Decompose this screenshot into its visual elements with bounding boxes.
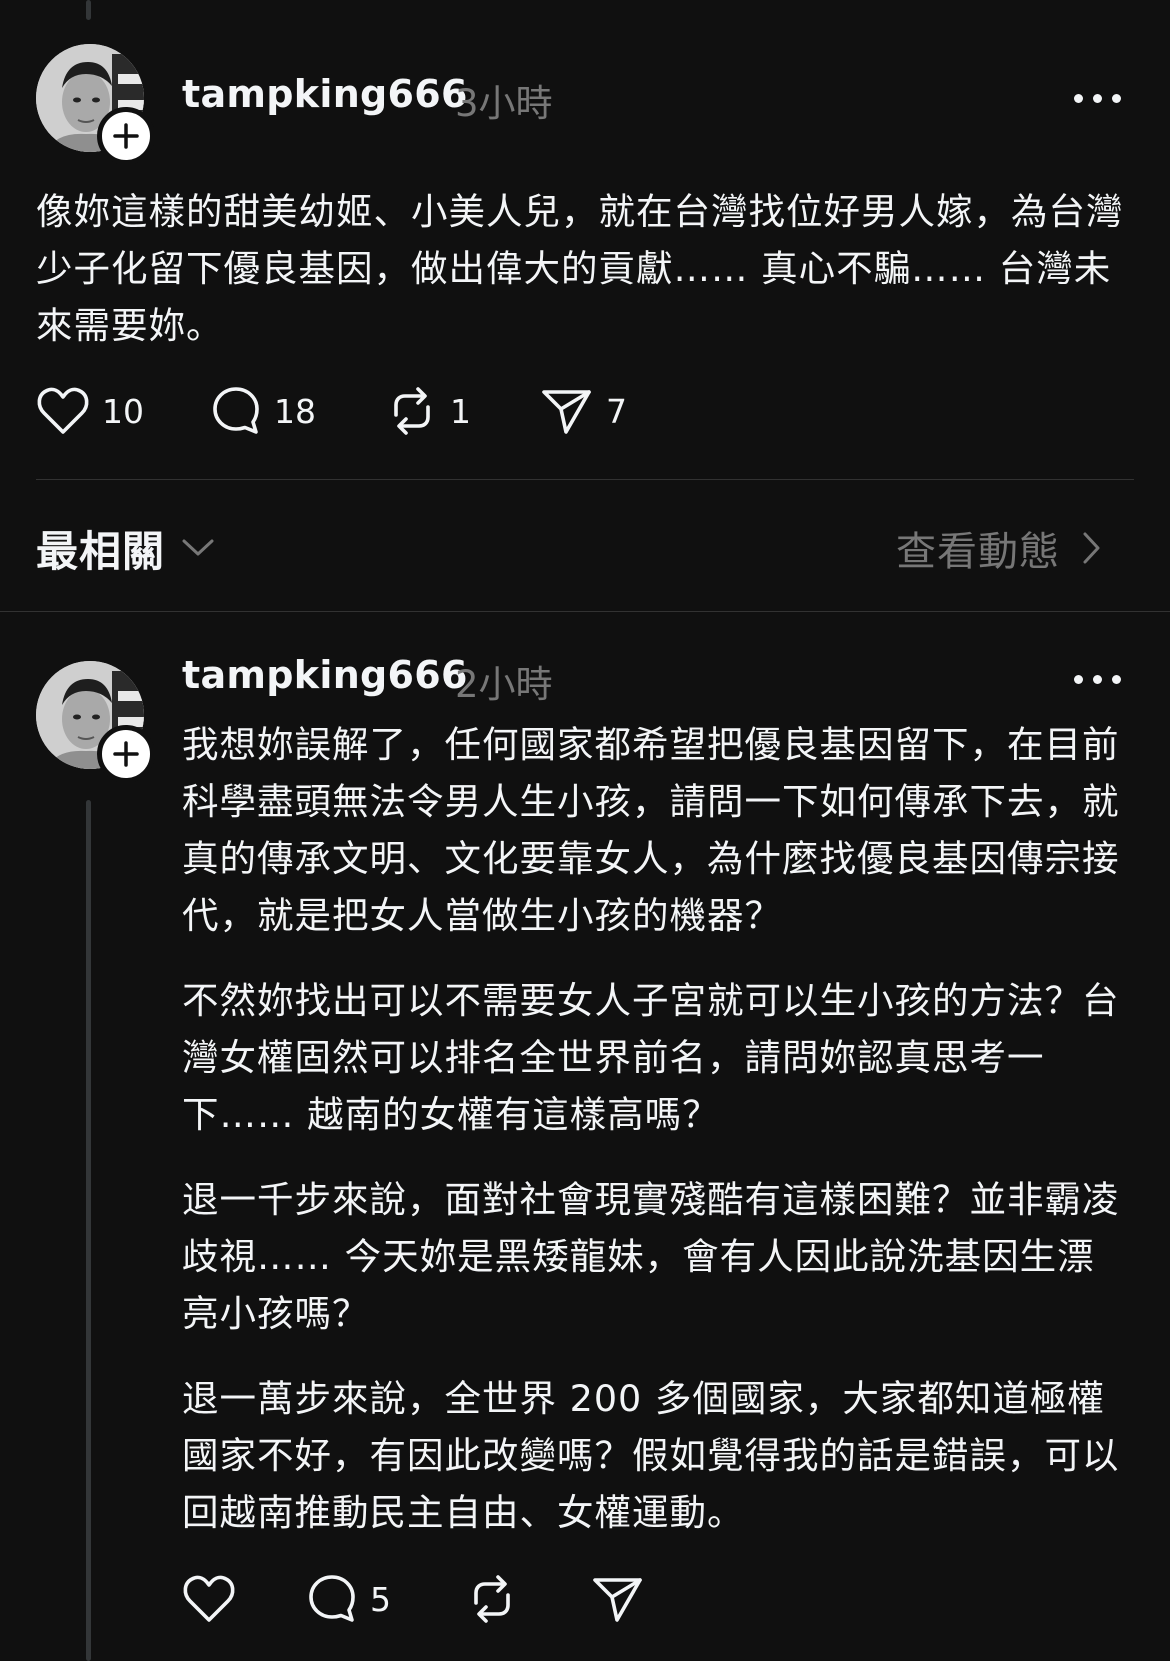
share-button[interactable]: 7 (540, 383, 627, 439)
comment-button[interactable]: 5 (306, 1571, 391, 1627)
divider (0, 611, 1170, 612)
thread-connector (86, 800, 91, 1661)
repost-button[interactable]: 1 (386, 383, 471, 439)
view-activity-link[interactable]: 查看動態 (896, 518, 1102, 578)
plus-icon (113, 123, 139, 149)
post-timestamp: 2小時 (455, 663, 553, 706)
divider (36, 479, 1134, 480)
share-button[interactable] (591, 1571, 645, 1627)
repost-button[interactable] (466, 1571, 518, 1627)
reply-paragraph: 不然妳找出可以不需要女人子宮就可以生小孩的方法？台灣女權固然可以排名全世界前名，… (182, 979, 1120, 1136)
post-timestamp: 3小時 (455, 82, 553, 125)
reply-paragraph: 退一萬步來說，全世界 200 多個國家，大家都知道極權國家不好，有因此改變嗎？假… (182, 1377, 1120, 1534)
repost-icon (394, 387, 430, 435)
sort-dropdown[interactable]: 最相關 (36, 518, 215, 578)
comment-bubble-icon (309, 1575, 355, 1622)
comment-button[interactable]: 18 (210, 383, 316, 439)
comment-count: 5 (370, 1579, 391, 1619)
thread-connector-top (86, 0, 91, 20)
follow-button[interactable] (97, 107, 155, 165)
heart-icon (183, 1575, 235, 1622)
chevron-right-icon (1083, 532, 1100, 564)
view-activity-label: 查看動態 (896, 529, 1060, 575)
more-options-button[interactable] (1072, 89, 1128, 109)
more-dots-icon (1074, 675, 1083, 684)
plus-icon (113, 741, 139, 767)
like-button[interactable]: 10 (36, 383, 144, 439)
like-count: 10 (102, 391, 144, 431)
send-icon (593, 1578, 642, 1622)
repost-icon (474, 1575, 510, 1623)
comment-bubble-icon (213, 387, 259, 434)
more-options-button[interactable] (1072, 670, 1128, 690)
reply-paragraph: 我想妳誤解了，任何國家都希望把優良基因留下，在目前科學盡頭無法令男人生小孩，請問… (182, 723, 1120, 937)
sort-label: 最相關 (36, 526, 166, 576)
share-count: 7 (606, 391, 627, 431)
follow-button[interactable] (97, 725, 155, 783)
comment-count: 18 (274, 391, 316, 431)
reply-paragraph: 退一千步來說，面對社會現實殘酷有這樣困難？並非霸凌歧視…… 今天妳是黑矮龍妹，會… (182, 1178, 1120, 1335)
repost-count: 1 (450, 391, 471, 431)
chevron-down-icon (182, 539, 214, 556)
heart-icon (37, 387, 89, 434)
author-username[interactable]: tampking666 (182, 72, 468, 116)
like-button[interactable] (182, 1571, 236, 1627)
send-icon (542, 390, 591, 434)
post-body: 像妳這樣的甜美幼姬、小美人兒，就在台灣找位好男人嫁，為台灣少子化留下優良基因，做… (36, 190, 1124, 347)
author-username[interactable]: tampking666 (182, 653, 468, 697)
more-dots-icon (1074, 94, 1083, 103)
